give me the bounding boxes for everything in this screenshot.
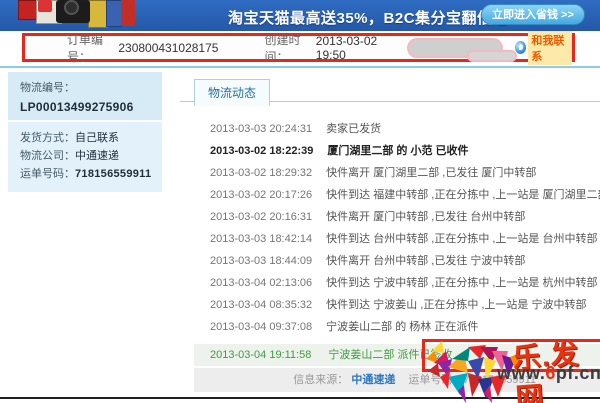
- tab-bar: 物流动态: [180, 76, 600, 102]
- created-time-value: 2013-03-02 19:50: [316, 34, 397, 62]
- tracking-event-row: 2013-03-03 18:42:14快件到达 台州中转部 ,正在分拣中 ,上一…: [210, 228, 600, 250]
- camera-products-image: [18, 0, 138, 30]
- order-number-value: 230800431028175: [118, 41, 218, 55]
- page: 淘宝天猫最高送35%，B2C集分宝翻倍送! 立即进入省钱 >> 订单编号： 23…: [0, 0, 600, 403]
- delivered-time: 2013-03-04 19:11:58: [210, 349, 311, 361]
- watermark-site-url: www.6pf.cn: [497, 363, 600, 384]
- logistics-number-label: 物流编号：: [20, 79, 150, 95]
- tab-logistics-updates[interactable]: 物流动态: [194, 79, 270, 106]
- order-number-label: 订单编号：: [67, 31, 118, 65]
- tracking-event-row: 2013-03-02 20:17:26快件到达 福建中转部 ,正在分拣中 ,上一…: [210, 184, 600, 206]
- source-label: 信息来源：: [293, 374, 348, 386]
- promo-cta-button[interactable]: 立即进入省钱 >>: [481, 4, 585, 25]
- tracking-event-row: 2013-03-02 18:22:39厦门湖里二部 的 小范 已收件: [210, 140, 600, 162]
- order-info-bar: 订单编号： 230800431028175 创建时间： 2013-03-02 1…: [22, 33, 575, 62]
- tracking-event-row: 2013-03-03 20:24:31卖家已发货: [210, 118, 600, 140]
- tracking-event-row: 2013-03-02 18:29:32快件离开 厦门湖里二部 ,已发往 厦门中转…: [210, 162, 600, 184]
- tracking-event-row: 2013-03-04 02:13:06快件到达 宁波中转部 ,正在分拣中 ,上一…: [210, 272, 600, 294]
- tracking-event-row: 2013-03-02 20:16:31快件离开 厦门中转部 ,已发往 台州中转部: [210, 206, 600, 228]
- tracking-event-row: 2013-03-04 08:35:32快件到达 宁波姜山 ,正在分拣中 ,上一站…: [210, 294, 600, 316]
- logistics-number-block: 物流编号： LP00013499275906: [8, 72, 162, 120]
- wangwang-icon[interactable]: [515, 41, 526, 54]
- tracking-event-row: 2013-03-03 18:44:09快件离开 台州中转部 ,已发往 宁波中转部: [210, 250, 600, 272]
- redacted-buyer-info: [409, 40, 501, 56]
- shipping-details-block: 发货方式：自己联系物流公司：中通速递运单号码：718156559911: [8, 120, 162, 192]
- shipping-sidebar: 物流编号： LP00013499275906 发货方式：自己联系物流公司：中通速…: [8, 72, 162, 192]
- carrier-link[interactable]: 中通速递: [351, 374, 395, 386]
- divider: [0, 66, 600, 68]
- promo-text: 淘宝天猫最高送35%，B2C集分宝翻倍送!: [228, 7, 514, 28]
- logistics-number-value: LP00013499275906: [20, 100, 134, 114]
- sidebar-detail-row: 发货方式：自己联系: [20, 129, 150, 147]
- created-time-label: 创建时间：: [264, 31, 315, 65]
- sidebar-detail-row: 运单号码：718156559911: [20, 165, 150, 183]
- sidebar-detail-row: 物流公司：中通速递: [20, 147, 150, 165]
- contact-me-button[interactable]: 和我联系: [528, 31, 572, 65]
- tracking-events-list: 2013-03-03 20:24:31卖家已发货2013-03-02 18:22…: [180, 102, 600, 338]
- promo-banner[interactable]: 淘宝天猫最高送35%，B2C集分宝翻倍送! 立即进入省钱 >>: [0, 0, 600, 31]
